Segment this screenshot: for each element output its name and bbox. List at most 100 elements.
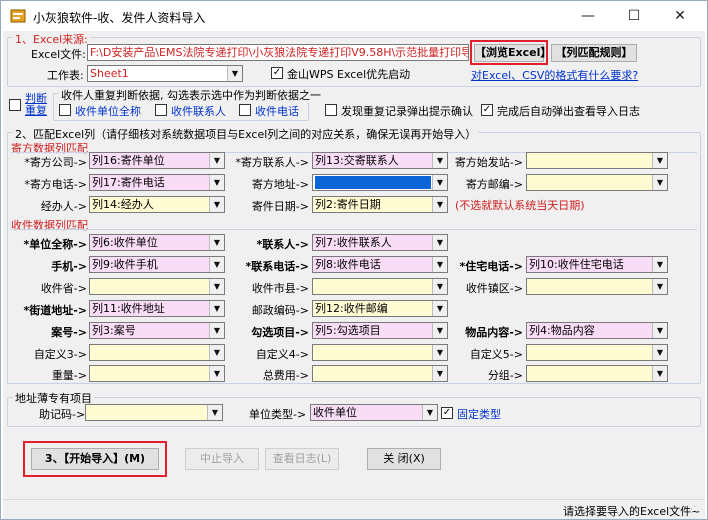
dup-contact-checkbox[interactable] (155, 104, 167, 116)
receiver-label-0-1: *联系人-> (256, 238, 309, 251)
start-import-button[interactable]: 3、【开始导入】(M) (31, 448, 159, 470)
mapping-rules-button[interactable]: 【列匹配规则】 (551, 44, 637, 62)
sender-select-0-1[interactable]: 列13:交寄联系人 ▼ (312, 152, 448, 169)
receiver-select-4-1[interactable]: 列5:勾选项目 ▼ (312, 322, 448, 339)
duplicate-criteria-title: 收件人重复判断依据, 勾选表示选中作为判断依据之一 (59, 87, 323, 103)
excel-file-path-field[interactable]: F:\D安装产品\EMS法院专递打印\小灰狼法院专递打印V9.58H\示范批量打… (87, 44, 469, 61)
chevron-down-icon: ▼ (432, 366, 447, 381)
chevron-down-icon: ▼ (209, 366, 224, 381)
receiver-select-1-0[interactable]: 列9:收件手机 ▼ (89, 256, 225, 273)
chevron-down-icon: ▼ (652, 175, 667, 190)
receiver-select-4-2[interactable]: 列4:物品内容 ▼ (526, 322, 668, 339)
sender-select-0-0[interactable]: 列16:寄件单位 ▼ (89, 152, 225, 169)
maximize-button[interactable]: ☐ (611, 1, 657, 31)
judge-duplicate-checkbox[interactable] (9, 99, 21, 111)
receiver-select-3-0[interactable]: 列11:收件地址 ▼ (89, 300, 225, 317)
title-bar[interactable]: 小灰狼软件-收、发件人资料导入 — ☐ ✕ (1, 1, 707, 31)
chevron-down-icon: ▼ (432, 153, 447, 168)
chevron-down-icon: ▼ (209, 175, 224, 190)
sender-select-value: 列2:寄件日期 (315, 198, 381, 211)
fixed-type-label: 固定类型 (457, 408, 501, 421)
receiver-select-5-1[interactable]: ▼ (312, 344, 448, 361)
sheet-select[interactable]: Sheet1 ▼ (87, 65, 243, 82)
chevron-down-icon: ▼ (209, 197, 224, 212)
excel-source-title: 1、Excel来源: (13, 31, 90, 47)
browse-excel-button[interactable]: 【浏览Excel】 (474, 44, 551, 62)
receiver-select-0-0[interactable]: 列6:收件单位 ▼ (89, 234, 225, 251)
receiver-select-value: 列9:收件手机 (92, 258, 158, 271)
chevron-down-icon: ▼ (432, 197, 447, 212)
chevron-down-icon: ▼ (652, 257, 667, 272)
show-log-checkbox[interactable]: ✓ (481, 104, 493, 116)
receiver-select-1-1[interactable]: 列8:收件电话 ▼ (312, 256, 448, 273)
receiver-select-2-0[interactable]: ▼ (89, 278, 225, 295)
memo-code-label: 助记码-> (39, 408, 86, 421)
sheet-select-value: Sheet1 (90, 67, 129, 80)
sender-label-2-1: 寄件日期-> (251, 200, 309, 213)
receiver-select-value: 列11:收件地址 (92, 302, 165, 315)
receiver-label-3-0: *街道地址-> (23, 304, 87, 317)
stop-import-button[interactable]: 中止导入 (185, 448, 259, 470)
receiver-label-6-0: 重量-> (51, 369, 87, 382)
receiver-select-value: 列6:收件单位 (92, 236, 158, 249)
sheet-label: 工作表: (47, 69, 84, 82)
receiver-select-value: 列7:收件联系人 (315, 236, 392, 249)
sender-select-1-2[interactable]: ▼ (526, 174, 668, 191)
judge-duplicate-label[interactable]: 判断重复 (25, 93, 49, 117)
receiver-select-3-1[interactable]: 列12:收件邮编 ▼ (312, 300, 448, 317)
unit-type-value: 收件单位 (313, 406, 357, 419)
confirm-duplicate-checkbox[interactable] (325, 104, 337, 116)
receiver-label-6-2: 分组-> (487, 369, 523, 382)
receiver-select-6-0[interactable]: ▼ (89, 365, 225, 382)
close-dialog-button[interactable]: 关 闭(X) (367, 448, 441, 470)
fixed-type-checkbox[interactable]: ✓ (441, 407, 453, 419)
minimize-button[interactable]: — (565, 1, 611, 31)
sender-select-value: 列17:寄件电话 (92, 176, 165, 189)
format-help-link[interactable]: 对Excel、CSV的格式有什么要求? (471, 67, 638, 83)
wps-checkbox[interactable]: ✓ (271, 67, 283, 79)
receiver-label-3-1: 邮政编码-> (251, 304, 309, 317)
dup-phone-checkbox[interactable] (239, 104, 251, 116)
excel-file-path-text: F:\D安装产品\EMS法院专递打印\小灰狼法院专递打印V9.58H\示范批量打… (90, 46, 469, 59)
sender-select-1-0[interactable]: 列17:寄件电话 ▼ (89, 174, 225, 191)
memo-code-select[interactable]: ▼ (85, 404, 223, 421)
wps-checkbox-label: 金山WPS Excel优先启动 (287, 68, 411, 81)
receiver-label-0-0: *单位全称-> (23, 238, 87, 251)
receiver-divider (11, 229, 697, 230)
chevron-down-icon: ▼ (432, 235, 447, 250)
receiver-select-4-0[interactable]: 列3:案号 ▼ (89, 322, 225, 339)
receiver-select-0-1[interactable]: 列7:收件联系人 ▼ (312, 234, 448, 251)
sender-label-1-2: 寄方邮编-> (465, 178, 523, 191)
receiver-select-5-2[interactable]: ▼ (526, 344, 668, 361)
receiver-select-value: 列12:收件邮编 (315, 302, 388, 315)
sender-label-1-0: *寄方电话-> (24, 178, 87, 191)
receiver-select-2-1[interactable]: ▼ (312, 278, 448, 295)
resize-grip-icon[interactable]: ⋰ (687, 505, 701, 517)
receiver-select-value: 列4:物品内容 (529, 324, 595, 337)
receiver-label-5-2: 自定义5-> (469, 348, 523, 361)
sender-select-0-2[interactable]: ▼ (526, 152, 668, 169)
receiver-select-5-0[interactable]: ▼ (89, 344, 225, 361)
sender-select-2-0[interactable]: 列14:经办人 ▼ (89, 196, 225, 213)
receiver-select-6-1[interactable]: ▼ (312, 365, 448, 382)
receiver-label-2-1: 收件市县-> (251, 282, 309, 295)
dup-phone-label: 收件电话 (255, 105, 299, 118)
sender-select-2-1[interactable]: 列2:寄件日期 ▼ (312, 196, 448, 213)
sender-select-value: 列13:交寄联系人 (315, 154, 399, 167)
receiver-label-1-1: *联系电话-> (245, 260, 309, 273)
sender-label-1-1: 寄方地址-> (251, 178, 309, 191)
unit-type-label: 单位类型-> (249, 408, 307, 421)
unit-type-select[interactable]: 收件单位 ▼ (310, 404, 438, 421)
dup-unit-checkbox[interactable] (59, 104, 71, 116)
show-log-label: 完成后自动弹出查看导入日志 (497, 105, 640, 118)
sender-select-1-1[interactable]: ▼ (312, 174, 448, 191)
receiver-select-1-2[interactable]: 列10:收件住宅电话 ▼ (526, 256, 668, 273)
receiver-select-2-2[interactable]: ▼ (526, 278, 668, 295)
sender-select-value: 列16:寄件单位 (92, 154, 165, 167)
receiver-select-6-2[interactable]: ▼ (526, 365, 668, 382)
chevron-down-icon: ▼ (432, 257, 447, 272)
close-window-button[interactable]: ✕ (657, 1, 703, 31)
view-log-button[interactable]: 查看日志(L) (265, 448, 339, 470)
chevron-down-icon: ▼ (209, 235, 224, 250)
receiver-select-value: 列8:收件电话 (315, 258, 381, 271)
